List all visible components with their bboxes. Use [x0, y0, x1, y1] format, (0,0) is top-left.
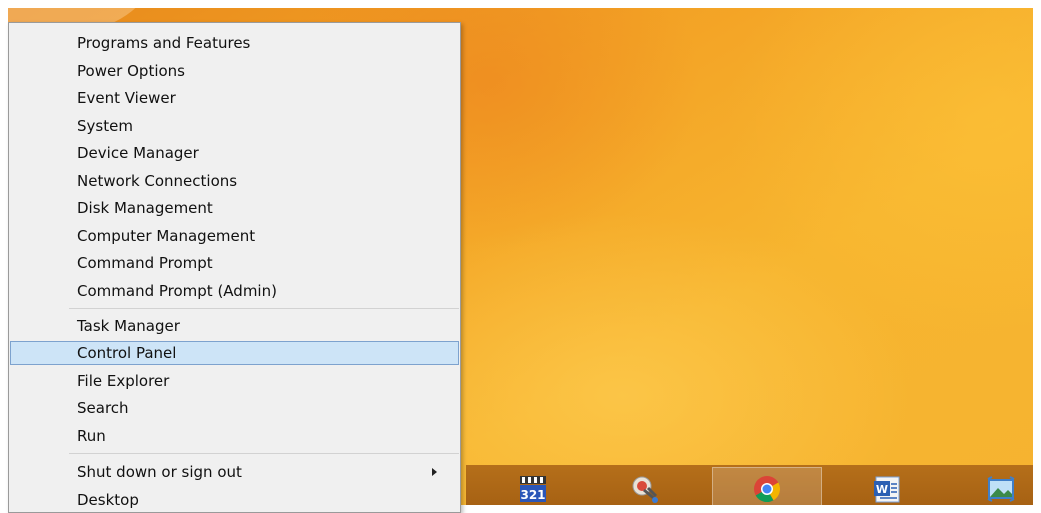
menu-item-label: Shut down or sign out [77, 463, 242, 481]
menu-item-label: Programs and Features [77, 34, 251, 52]
photos-icon [986, 474, 1016, 504]
menu-item-label: Disk Management [77, 199, 213, 217]
taskbar-button-word[interactable]: W [832, 467, 942, 505]
menu-item-label: Desktop [77, 491, 139, 509]
power-user-menu: Programs and Features Power Options Even… [8, 22, 461, 513]
menu-item-disk-management[interactable]: Disk Management [10, 196, 459, 220]
submenu-arrow-icon [432, 468, 437, 476]
menu-item-label: Device Manager [77, 144, 199, 162]
media-player-badge: 321 [520, 488, 545, 502]
menu-item-task-manager[interactable]: Task Manager [10, 314, 459, 338]
menu-item-power-options[interactable]: Power Options [10, 59, 459, 83]
menu-item-shut-down-or-sign-out[interactable]: Shut down or sign out [10, 460, 459, 484]
word-icon: W [872, 474, 902, 504]
taskbar-button-chrome[interactable] [712, 467, 822, 505]
menu-item-device-manager[interactable]: Device Manager [10, 141, 459, 165]
menu-item-label: Search [77, 399, 129, 417]
menu-item-label: Command Prompt (Admin) [77, 282, 277, 300]
menu-item-programs-and-features[interactable]: Programs and Features [10, 31, 459, 55]
menu-item-label: Power Options [77, 62, 185, 80]
menu-item-label: Command Prompt [77, 254, 213, 272]
taskbar: 321 W [466, 465, 1033, 505]
taskbar-button-media-player[interactable]: 321 [478, 467, 588, 505]
menu-item-label: File Explorer [77, 372, 170, 390]
taskbar-button-snipping-tool[interactable] [590, 467, 700, 505]
menu-item-file-explorer[interactable]: File Explorer [10, 369, 459, 393]
media-player-classic-icon: 321 [518, 474, 548, 504]
menu-item-label: Event Viewer [77, 89, 176, 107]
menu-item-label: System [77, 117, 133, 135]
menu-item-search[interactable]: Search [10, 396, 459, 420]
menu-item-control-panel[interactable]: Control Panel [10, 341, 459, 365]
menu-separator [69, 453, 459, 454]
chrome-icon [752, 474, 782, 504]
menu-item-label: Network Connections [77, 172, 238, 190]
menu-item-computer-management[interactable]: Computer Management [10, 224, 459, 248]
menu-item-desktop[interactable]: Desktop [10, 488, 459, 512]
snipping-tool-icon [630, 474, 660, 504]
menu-item-command-prompt[interactable]: Command Prompt [10, 251, 459, 275]
menu-item-event-viewer[interactable]: Event Viewer [10, 86, 459, 110]
menu-separator [69, 308, 459, 309]
menu-item-label: Computer Management [77, 227, 256, 245]
taskbar-button-photos[interactable] [946, 467, 1033, 505]
menu-item-command-prompt-admin[interactable]: Command Prompt (Admin) [10, 279, 459, 303]
menu-item-label: Control Panel [77, 344, 177, 362]
menu-item-label: Run [77, 427, 106, 445]
menu-item-network-connections[interactable]: Network Connections [10, 169, 459, 193]
menu-item-run[interactable]: Run [10, 424, 459, 448]
menu-item-label: Task Manager [77, 317, 180, 335]
word-badge: W [876, 483, 888, 496]
menu-item-system[interactable]: System [10, 114, 459, 138]
